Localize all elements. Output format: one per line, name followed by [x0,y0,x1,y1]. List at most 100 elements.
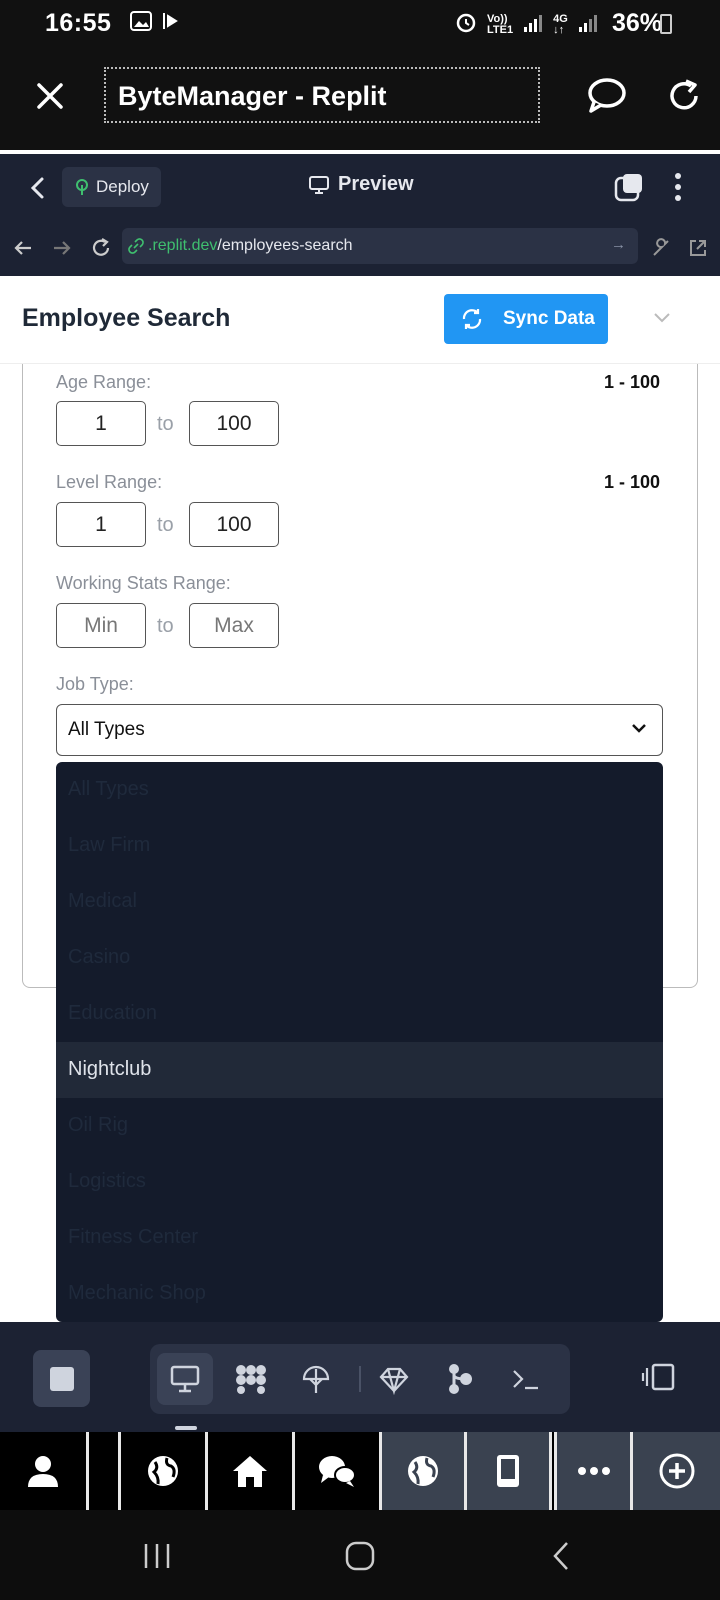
level-range-label: Level Range: [56,472,163,492]
home-button-icon[interactable] [344,1540,376,1572]
tool-git[interactable] [432,1353,488,1405]
option-law-firm[interactable]: Law Firm [56,818,663,874]
close-icon[interactable] [30,76,70,116]
url-input[interactable]: .replit.dev/employees-search → [122,228,638,264]
age-range-value: 1 - 100 [604,372,661,392]
job-type-select[interactable]: All Types [56,704,663,756]
add-circle-icon [659,1453,694,1489]
refresh-icon[interactable] [90,237,112,259]
option-logistics[interactable]: Logistics [56,1154,663,1210]
sync-label: Sync Data [503,308,595,329]
taskbar-profile[interactable] [0,1432,86,1510]
back-arrow-icon[interactable] [12,237,34,259]
replit-bottom-toolbar [0,1322,720,1432]
level-range-value: 1 - 100 [604,472,661,492]
stop-button[interactable] [33,1350,90,1407]
battery-percent: 36% [611,9,662,37]
taskbar-phone[interactable] [467,1432,549,1510]
signal-icon-2 [578,13,598,36]
deploy-button[interactable]: Deploy [62,167,161,207]
deploy-label: Deploy [96,177,149,196]
url-bar-row: .replit.dev/employees-search → [0,220,720,276]
taskbar-globe-1[interactable] [121,1432,205,1510]
wrench-icon[interactable] [650,237,672,259]
tool-preview[interactable] [157,1353,213,1405]
option-medical[interactable]: Medical [56,874,663,930]
stop-icon [50,1367,74,1391]
option-casino[interactable]: Casino [56,930,663,986]
alarm-icon [455,11,477,36]
sync-data-button[interactable]: Sync Data [444,294,608,344]
status-bar: 16:55 Vo)) LTE1 4G ↓↑ 36% [0,0,720,46]
taskbar-add[interactable] [633,1432,720,1510]
media-icon [160,10,182,37]
signal-icon [523,13,543,36]
option-mechanic-shop[interactable]: Mechanic Shop [56,1266,663,1322]
chevron-down-icon[interactable] [652,310,672,324]
chat-icon[interactable] [586,76,628,116]
person-icon [28,1456,58,1487]
panel-toggle-icon[interactable] [641,1362,675,1392]
tool-deploy[interactable] [288,1353,344,1405]
external-link-icon[interactable] [687,237,709,259]
browser-title: ByteManager - Replit [118,81,387,111]
url-host: .replit.dev/employees-search [148,237,353,254]
more-horizontal-icon [577,1467,610,1475]
taskbar-chat[interactable] [295,1432,379,1510]
status-time: 16:55 [45,9,112,37]
tabs-icon[interactable] [614,172,644,202]
age-max-input[interactable]: 100 [189,401,279,446]
back-button-icon[interactable] [549,1540,573,1572]
taskbar-globe-2[interactable] [382,1432,464,1510]
forward-arrow-icon[interactable] [51,237,73,259]
stats-min-input[interactable]: Min [56,603,146,648]
level-min-input[interactable]: 1 [56,502,146,547]
replit-toolbar: Deploy Preview [0,154,720,220]
chevron-down-icon [632,724,646,733]
to-label: to [157,615,174,637]
shell-icon [379,1367,409,1395]
monitor-icon [170,1365,200,1393]
to-label: to [157,514,174,536]
tool-agent[interactable] [222,1353,278,1405]
option-education[interactable]: Education [56,986,663,1042]
tool-shell[interactable] [498,1353,554,1405]
option-nightclub[interactable]: Nightclub [56,1042,663,1098]
age-min-input[interactable]: 1 [56,401,146,446]
deploy-tree-icon [302,1365,330,1393]
deploy-icon [76,179,88,195]
page-title-box[interactable]: ByteManager - Replit [104,67,540,123]
system-navigation-bar [0,1510,720,1600]
home-icon [233,1456,267,1487]
reload-icon[interactable] [664,76,704,116]
level-max-input[interactable]: 100 [189,502,279,547]
gallery-icon [130,10,152,37]
browser-header: ByteManager - Replit [0,46,720,150]
url-path: /employees-search [217,237,353,254]
taskbar-more[interactable] [557,1432,630,1510]
phone-icon [497,1455,519,1487]
data-indicator: 4G ↓↑ [553,13,568,36]
tool-shell-object[interactable] [366,1353,422,1405]
chat-bubbles-icon [319,1456,356,1487]
taskbar-home[interactable] [208,1432,292,1510]
url-go-icon[interactable]: → [611,236,626,253]
page-title: Employee Search [22,304,231,332]
terminal-icon [513,1370,538,1390]
app-taskbar [0,1432,720,1510]
chevron-left-icon[interactable] [26,174,50,202]
to-label: to [157,413,174,435]
preview-label: Preview [338,173,414,195]
preview-tab[interactable]: Preview [308,173,414,196]
option-fitness-center[interactable]: Fitness Center [56,1210,663,1266]
recent-apps-icon[interactable] [142,1542,172,1570]
option-oil-rig[interactable]: Oil Rig [56,1098,663,1154]
git-icon [449,1364,472,1394]
option-all-types[interactable]: All Types [56,762,663,818]
more-vertical-icon[interactable] [673,172,683,202]
app-header: Employee Search Sync Data [0,276,720,364]
globe-icon [148,1456,178,1486]
monitor-icon [309,175,329,194]
stats-max-input[interactable]: Max [189,603,279,648]
globe-icon [408,1456,438,1486]
